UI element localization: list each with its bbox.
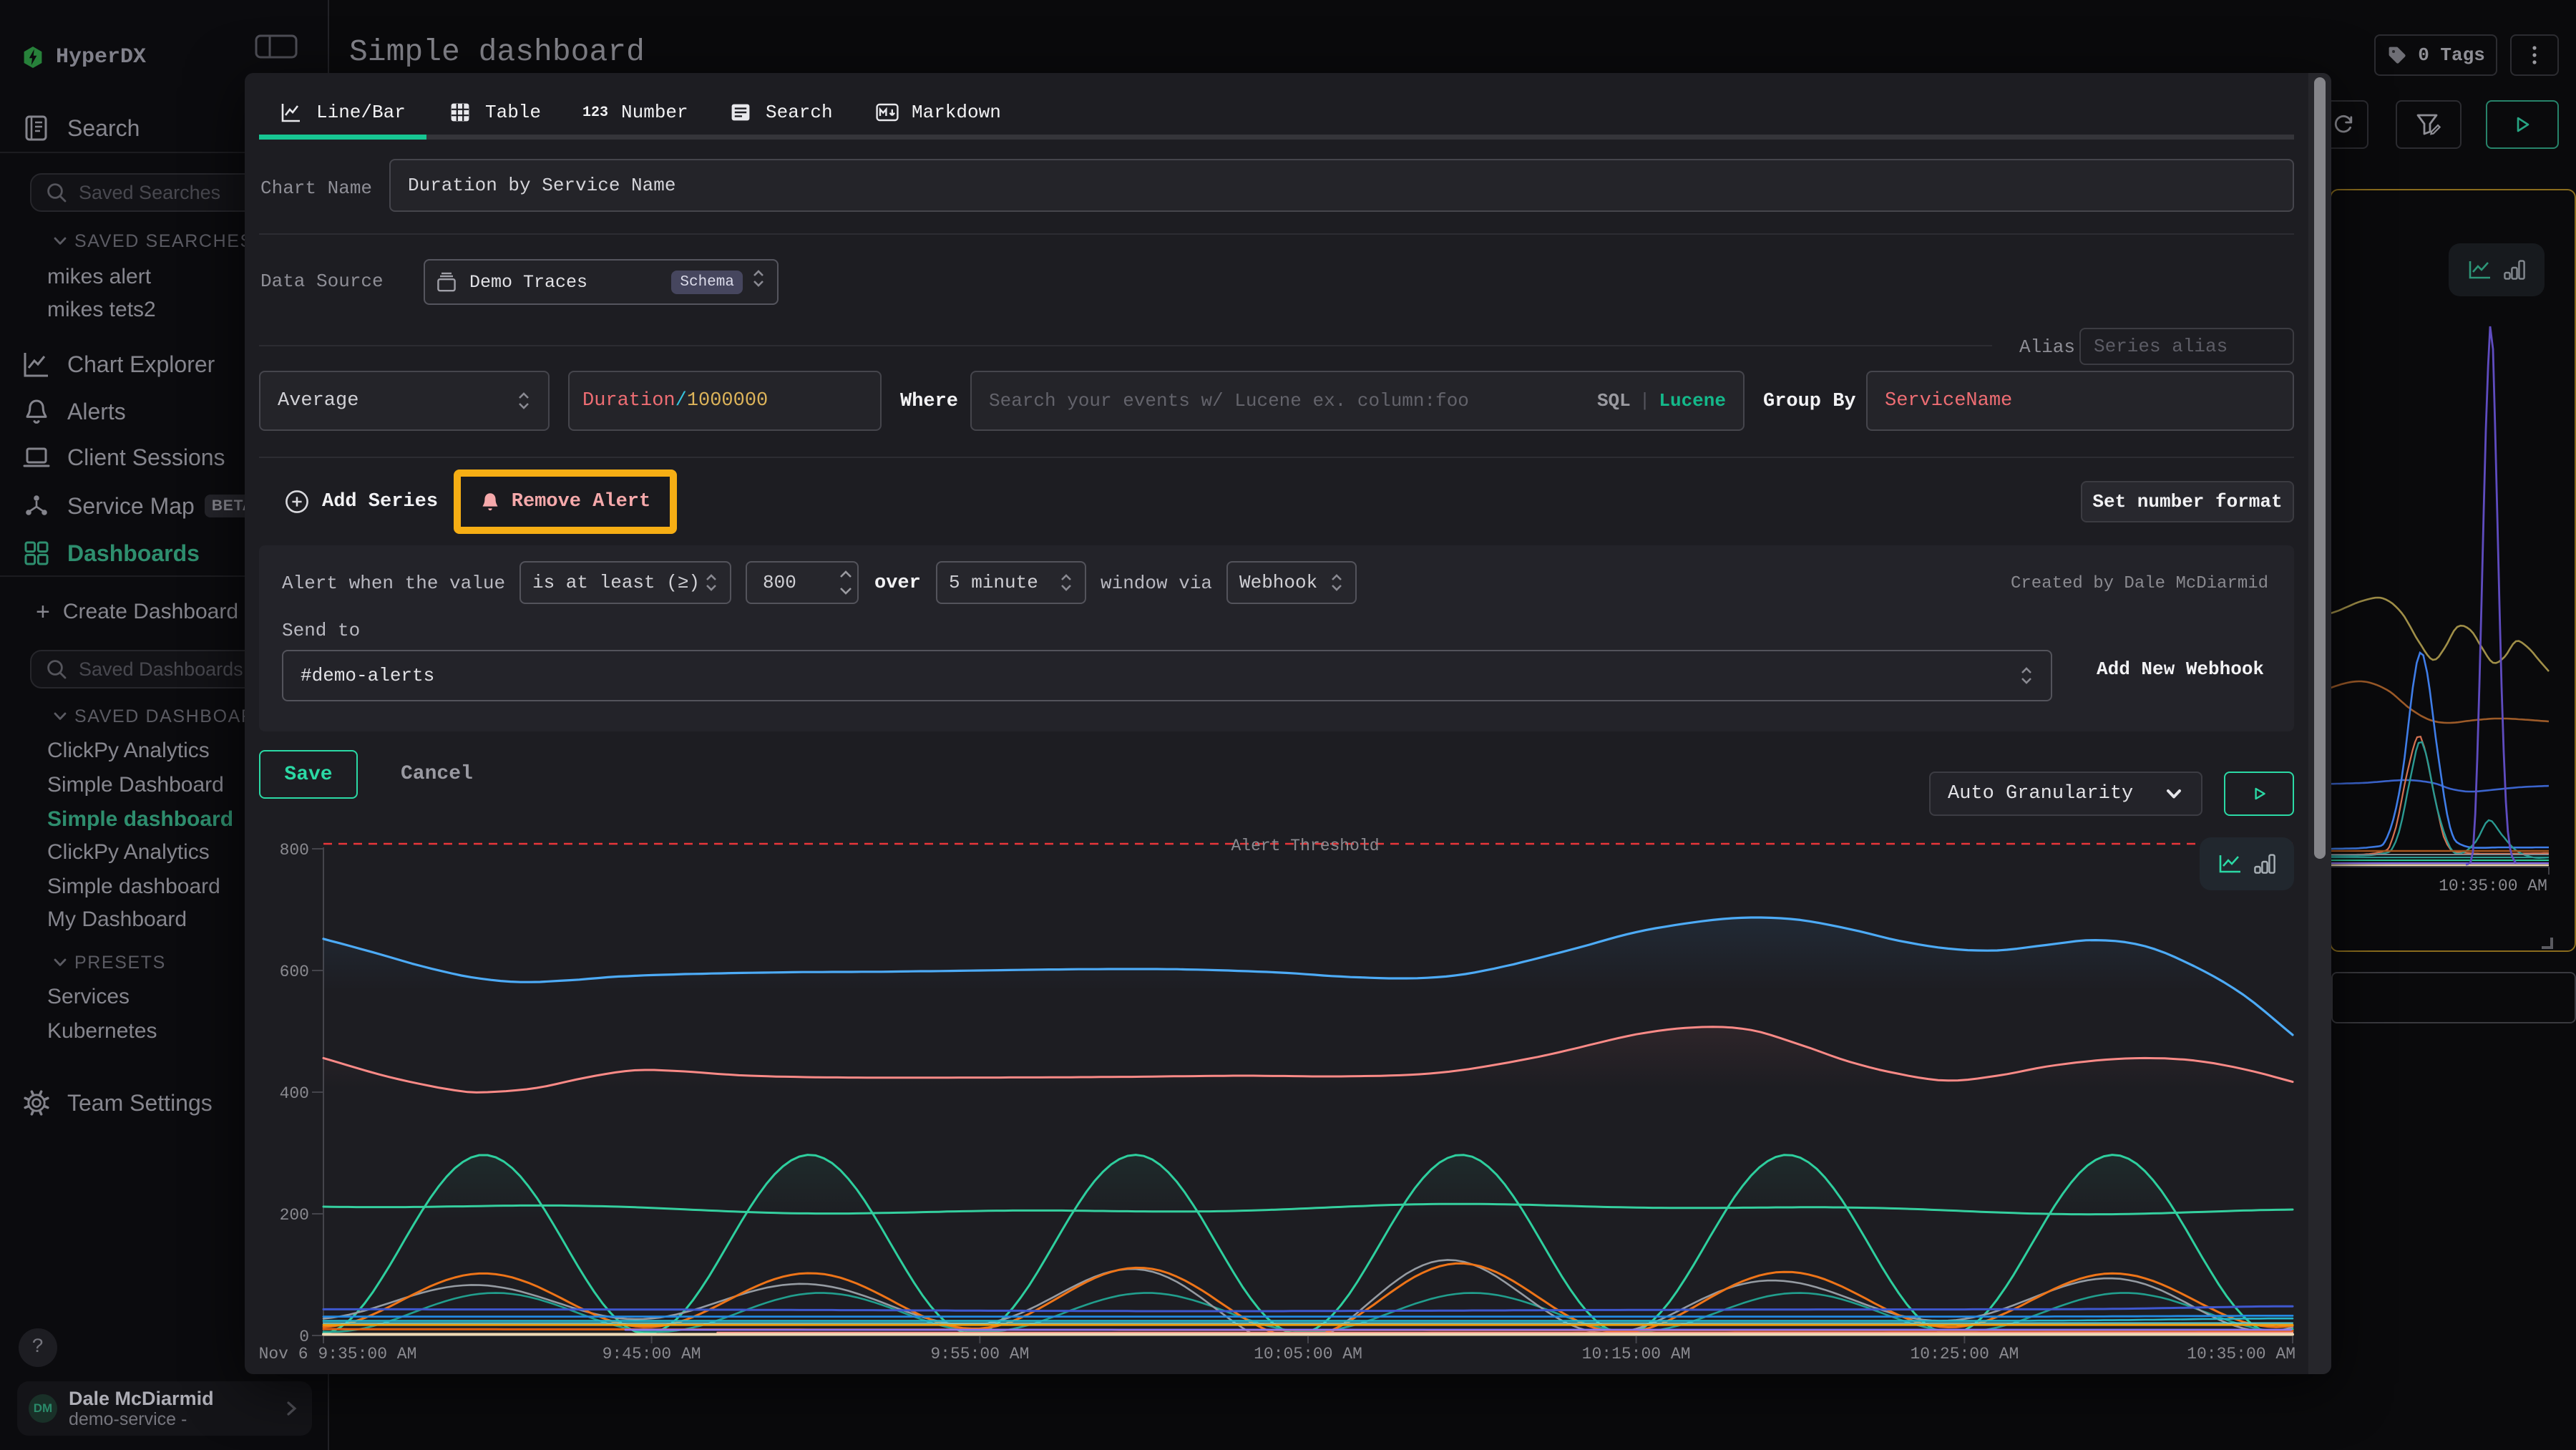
svg-text:Nov 6 9:35:00 AM: Nov 6 9:35:00 AM [259,1345,417,1363]
svg-text:0: 0 [299,1328,309,1346]
svg-text:200: 200 [280,1206,309,1225]
svg-text:600: 600 [280,963,309,981]
svg-text:9:55:00 AM: 9:55:00 AM [930,1345,1029,1363]
svg-text:10:05:00 AM: 10:05:00 AM [1254,1345,1362,1363]
svg-text:Alert Threshold: Alert Threshold [1231,837,1379,855]
svg-text:400: 400 [280,1084,309,1103]
svg-text:10:15:00 AM: 10:15:00 AM [1582,1345,1691,1363]
svg-text:800: 800 [280,841,309,860]
svg-text:10:35:00 AM: 10:35:00 AM [2187,1345,2296,1363]
svg-text:10:25:00 AM: 10:25:00 AM [1910,1345,2019,1363]
svg-text:9:45:00 AM: 9:45:00 AM [602,1345,701,1363]
